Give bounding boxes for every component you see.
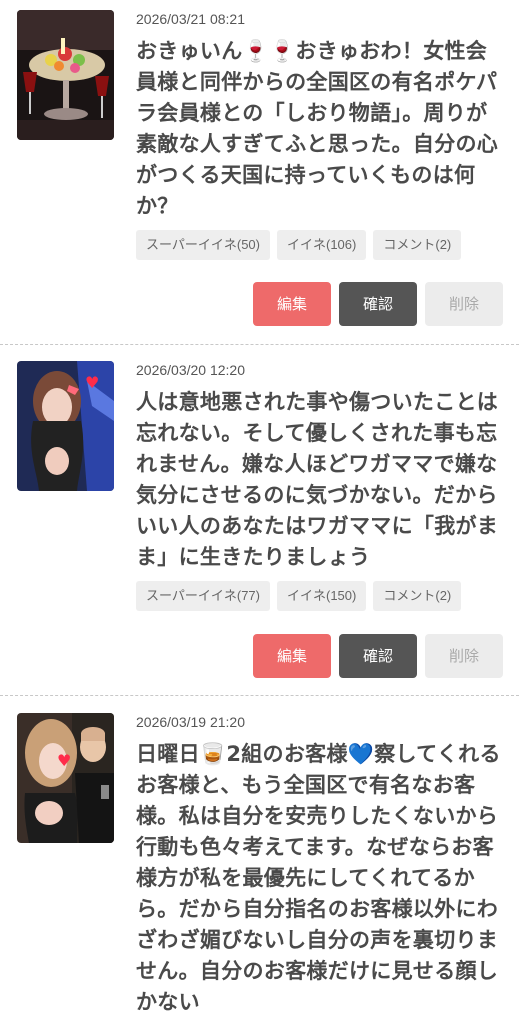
post-body: 2026/03/20 12:20 人は意地悪された事や傷ついたことは忘れない。そ… [136, 361, 503, 573]
post-date: 2026/03/20 12:20 [136, 362, 245, 378]
svg-text:♥: ♥ [85, 373, 99, 392]
delete-button[interactable]: 削除 [425, 282, 503, 326]
like-button[interactable]: イイネ(150) [277, 581, 367, 611]
confirm-button[interactable]: 確認 [339, 634, 417, 678]
post-actions: 編集 確認 削除 [253, 634, 503, 678]
post-text[interactable]: 日曜日🥃2組のお客様💙察してくれるお客様と、もう全国区で有名なお客様。私は自分を… [136, 739, 503, 1018]
post-divider [0, 344, 519, 345]
post-thumbnail[interactable] [17, 10, 114, 140]
post-divider [0, 695, 519, 696]
post-actions: 編集 確認 削除 [253, 282, 503, 326]
edit-button[interactable]: 編集 [253, 634, 331, 678]
svg-text:♥: ♥ [57, 751, 71, 770]
edit-button[interactable]: 編集 [253, 282, 331, 326]
reaction-bar: スーパーイイネ(50) イイネ(106) コメント(2) [136, 230, 462, 260]
post-text[interactable]: おきゅいん🍷🍷おきゅおわ！女性会員様と同伴からの全国区の有名ポケパラ会員様との「… [136, 36, 503, 222]
comment-button[interactable]: コメント(2) [373, 581, 462, 611]
post-thumbnail[interactable]: ♥ [17, 361, 114, 491]
post-thumbnail[interactable]: ♥ [17, 713, 114, 843]
post-date: 2026/03/19 21:20 [136, 714, 245, 730]
comment-button[interactable]: コメント(2) [373, 230, 462, 260]
post-text[interactable]: 人は意地悪された事や傷ついたことは忘れない。そして優しくされた事も忘れません。嫌… [136, 387, 503, 573]
post-body: 2026/03/21 08:21 おきゅいん🍷🍷おきゅおわ！女性会員様と同伴から… [136, 10, 503, 222]
super-like-button[interactable]: スーパーイイネ(50) [136, 230, 270, 260]
reaction-bar: スーパーイイネ(77) イイネ(150) コメント(2) [136, 581, 462, 611]
confirm-button[interactable]: 確認 [339, 282, 417, 326]
post-body: 2026/03/19 21:20 日曜日🥃2組のお客様💙察してくれるお客様と、も… [136, 713, 503, 1018]
delete-button[interactable]: 削除 [425, 634, 503, 678]
super-like-button[interactable]: スーパーイイネ(77) [136, 581, 270, 611]
like-button[interactable]: イイネ(106) [277, 230, 367, 260]
post-date: 2026/03/21 08:21 [136, 11, 245, 27]
